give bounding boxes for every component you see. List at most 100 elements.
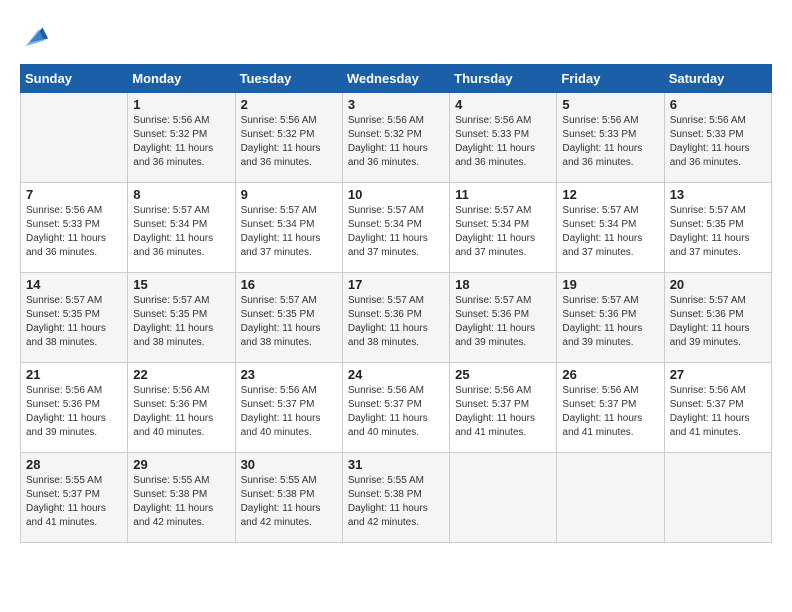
day-number: 4: [455, 97, 551, 112]
day-info: Sunrise: 5:57 AM Sunset: 5:35 PM Dayligh…: [133, 294, 229, 350]
day-number: 10: [348, 187, 444, 202]
day-number: 26: [562, 367, 658, 382]
week-row-5: 28 Sunrise: 5:55 AM Sunset: 5:37 PM Dayli…: [21, 453, 772, 543]
day-info: Sunrise: 5:56 AM Sunset: 5:32 PM Dayligh…: [241, 114, 337, 170]
day-number: 14: [26, 277, 122, 292]
calendar-cell: [450, 453, 557, 543]
column-header-saturday: Saturday: [664, 65, 771, 93]
day-number: 11: [455, 187, 551, 202]
calendar-cell: [21, 93, 128, 183]
day-info: Sunrise: 5:56 AM Sunset: 5:36 PM Dayligh…: [133, 384, 229, 440]
day-number: 7: [26, 187, 122, 202]
day-info: Sunrise: 5:55 AM Sunset: 5:37 PM Dayligh…: [26, 474, 122, 530]
day-number: 22: [133, 367, 229, 382]
calendar-cell: 4Sunrise: 5:56 AM Sunset: 5:33 PM Daylig…: [450, 93, 557, 183]
day-number: 21: [26, 367, 122, 382]
page-header: [20, 20, 772, 48]
day-info: Sunrise: 5:56 AM Sunset: 5:37 PM Dayligh…: [241, 384, 337, 440]
day-info: Sunrise: 5:56 AM Sunset: 5:33 PM Dayligh…: [26, 204, 122, 260]
column-header-tuesday: Tuesday: [235, 65, 342, 93]
day-info: Sunrise: 5:56 AM Sunset: 5:32 PM Dayligh…: [348, 114, 444, 170]
day-info: Sunrise: 5:55 AM Sunset: 5:38 PM Dayligh…: [348, 474, 444, 530]
calendar-cell: 29 Sunrise: 5:55 AM Sunset: 5:38 PM Dayli…: [128, 453, 235, 543]
logo: [20, 20, 50, 48]
day-info: Sunrise: 5:57 AM Sunset: 5:35 PM Dayligh…: [241, 294, 337, 350]
calendar-cell: 15 Sunrise: 5:57 AM Sunset: 5:35 PM Dayli…: [128, 273, 235, 363]
day-number: 13: [670, 187, 766, 202]
calendar-cell: 27 Sunrise: 5:56 AM Sunset: 5:37 PM Dayli…: [664, 363, 771, 453]
calendar-cell: 10 Sunrise: 5:57 AM Sunset: 5:34 PM Dayli…: [342, 183, 449, 273]
column-header-monday: Monday: [128, 65, 235, 93]
calendar-cell: 12 Sunrise: 5:57 AM Sunset: 5:34 PM Dayli…: [557, 183, 664, 273]
day-number: 29: [133, 457, 229, 472]
calendar-cell: [664, 453, 771, 543]
day-info: Sunrise: 5:55 AM Sunset: 5:38 PM Dayligh…: [133, 474, 229, 530]
day-number: 19: [562, 277, 658, 292]
calendar-cell: 25Sunrise: 5:56 AM Sunset: 5:37 PM Dayli…: [450, 363, 557, 453]
calendar-cell: 3 Sunrise: 5:56 AM Sunset: 5:32 PM Daylig…: [342, 93, 449, 183]
logo-icon: [22, 20, 50, 48]
day-info: Sunrise: 5:57 AM Sunset: 5:34 PM Dayligh…: [455, 204, 551, 260]
day-number: 27: [670, 367, 766, 382]
day-number: 12: [562, 187, 658, 202]
day-info: Sunrise: 5:57 AM Sunset: 5:35 PM Dayligh…: [670, 204, 766, 260]
column-header-friday: Friday: [557, 65, 664, 93]
day-number: 9: [241, 187, 337, 202]
calendar-cell: 8Sunrise: 5:57 AM Sunset: 5:34 PM Daylig…: [128, 183, 235, 273]
day-number: 16: [241, 277, 337, 292]
week-row-2: 7 Sunrise: 5:56 AM Sunset: 5:33 PM Daylig…: [21, 183, 772, 273]
day-info: Sunrise: 5:57 AM Sunset: 5:34 PM Dayligh…: [241, 204, 337, 260]
column-header-wednesday: Wednesday: [342, 65, 449, 93]
calendar-cell: 2 Sunrise: 5:56 AM Sunset: 5:32 PM Daylig…: [235, 93, 342, 183]
day-info: Sunrise: 5:56 AM Sunset: 5:37 PM Dayligh…: [670, 384, 766, 440]
day-info: Sunrise: 5:57 AM Sunset: 5:36 PM Dayligh…: [348, 294, 444, 350]
day-info: Sunrise: 5:56 AM Sunset: 5:36 PM Dayligh…: [26, 384, 122, 440]
day-number: 2: [241, 97, 337, 112]
calendar-cell: 11 Sunrise: 5:57 AM Sunset: 5:34 PM Dayli…: [450, 183, 557, 273]
calendar-cell: 30 Sunrise: 5:55 AM Sunset: 5:38 PM Dayli…: [235, 453, 342, 543]
calendar-cell: 19 Sunrise: 5:57 AM Sunset: 5:36 PM Dayli…: [557, 273, 664, 363]
day-info: Sunrise: 5:57 AM Sunset: 5:36 PM Dayligh…: [670, 294, 766, 350]
day-info: Sunrise: 5:56 AM Sunset: 5:37 PM Dayligh…: [348, 384, 444, 440]
day-info: Sunrise: 5:57 AM Sunset: 5:34 PM Dayligh…: [348, 204, 444, 260]
day-info: Sunrise: 5:56 AM Sunset: 5:33 PM Dayligh…: [670, 114, 766, 170]
day-number: 28: [26, 457, 122, 472]
day-info: Sunrise: 5:57 AM Sunset: 5:34 PM Dayligh…: [562, 204, 658, 260]
day-number: 31: [348, 457, 444, 472]
day-number: 3: [348, 97, 444, 112]
calendar-cell: [557, 453, 664, 543]
day-info: Sunrise: 5:56 AM Sunset: 5:37 PM Dayligh…: [562, 384, 658, 440]
calendar-cell: 1 Sunrise: 5:56 AM Sunset: 5:32 PM Daylig…: [128, 93, 235, 183]
calendar-cell: 16 Sunrise: 5:57 AM Sunset: 5:35 PM Dayli…: [235, 273, 342, 363]
calendar-cell: 14Sunrise: 5:57 AM Sunset: 5:35 PM Dayli…: [21, 273, 128, 363]
week-row-1: 1 Sunrise: 5:56 AM Sunset: 5:32 PM Daylig…: [21, 93, 772, 183]
day-number: 17: [348, 277, 444, 292]
calendar-cell: 17 Sunrise: 5:57 AM Sunset: 5:36 PM Dayli…: [342, 273, 449, 363]
day-info: Sunrise: 5:57 AM Sunset: 5:36 PM Dayligh…: [562, 294, 658, 350]
calendar-table: SundayMondayTuesdayWednesdayThursdayFrid…: [20, 64, 772, 543]
day-info: Sunrise: 5:56 AM Sunset: 5:32 PM Dayligh…: [133, 114, 229, 170]
calendar-cell: 23 Sunrise: 5:56 AM Sunset: 5:37 PM Dayli…: [235, 363, 342, 453]
day-number: 1: [133, 97, 229, 112]
week-row-3: 14 Sunrise: 5:57 AM Sunset: 5:35 PM Dayli…: [21, 273, 772, 363]
day-number: 8: [133, 187, 229, 202]
week-row-4: 21 Sunrise: 5:56 AM Sunset: 5:36 PM Dayli…: [21, 363, 772, 453]
day-number: 25: [455, 367, 551, 382]
calendar-cell: 7 Sunrise: 5:56 AM Sunset: 5:33 PM Daylig…: [21, 183, 128, 273]
calendar-cell: 31 Sunrise: 5:55 AM Sunset: 5:38 PM Dayli…: [342, 453, 449, 543]
day-number: 18: [455, 277, 551, 292]
calendar-cell: 28 Sunrise: 5:55 AM Sunset: 5:37 PM Dayli…: [21, 453, 128, 543]
day-number: 5: [562, 97, 658, 112]
header-row: SundayMondayTuesdayWednesdayThursdayFrid…: [21, 65, 772, 93]
day-info: Sunrise: 5:55 AM Sunset: 5:38 PM Dayligh…: [241, 474, 337, 530]
day-info: Sunrise: 5:57 AM Sunset: 5:36 PM Dayligh…: [455, 294, 551, 350]
calendar-cell: 26 Sunrise: 5:56 AM Sunset: 5:37 PM Dayli…: [557, 363, 664, 453]
calendar-cell: 21 Sunrise: 5:56 AM Sunset: 5:36 PM Dayli…: [21, 363, 128, 453]
day-number: 15: [133, 277, 229, 292]
column-header-sunday: Sunday: [21, 65, 128, 93]
day-number: 24: [348, 367, 444, 382]
day-number: 23: [241, 367, 337, 382]
day-number: 30: [241, 457, 337, 472]
calendar-cell: 20Sunrise: 5:57 AM Sunset: 5:36 PM Dayli…: [664, 273, 771, 363]
day-number: 6: [670, 97, 766, 112]
